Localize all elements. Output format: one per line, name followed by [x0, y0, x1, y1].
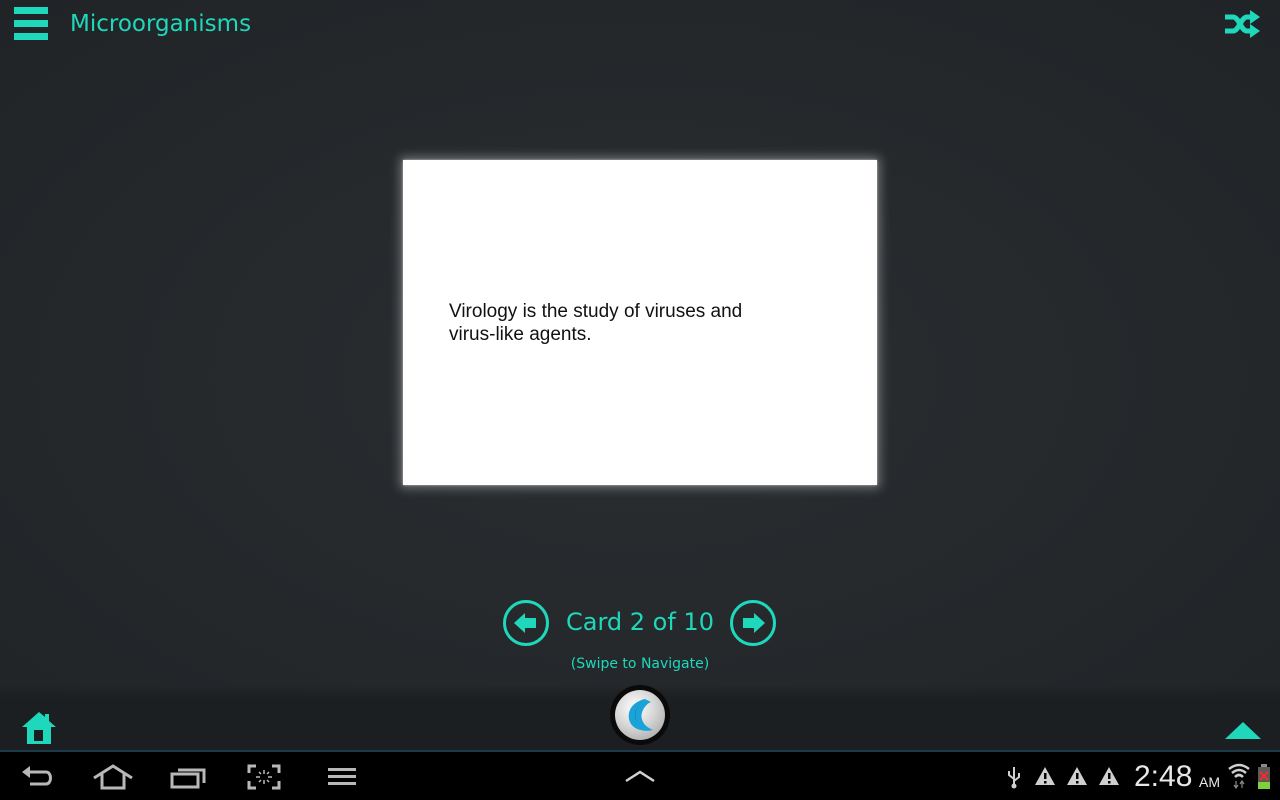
bottom-app-bar: [0, 685, 1280, 752]
swipe-hint: (Swipe to Navigate): [570, 656, 710, 672]
wifi-status: [1228, 763, 1250, 793]
system-menu-button[interactable]: [328, 767, 356, 791]
flashcard[interactable]: Virology is the study of viruses and vir…: [403, 160, 877, 485]
app-screen: Microorganisms Virology is the study of …: [0, 0, 1280, 752]
notification-shade-button[interactable]: [624, 768, 656, 787]
warning-icon: [1035, 767, 1055, 785]
usb-status: [1006, 765, 1022, 793]
arrow-left-icon: [514, 613, 536, 633]
hamburger-menu-icon: [14, 7, 48, 14]
previous-card-button[interactable]: [503, 600, 549, 646]
page-title: Microorganisms: [70, 11, 252, 37]
clock-ampm: AM: [1199, 774, 1220, 790]
system-home-icon: [93, 764, 133, 790]
triangle-up-icon: [1225, 722, 1261, 739]
warning-status-1: [1034, 766, 1056, 790]
system-navigation-bar: 2:48 AM: [0, 752, 1280, 800]
wifi-icon: [1228, 763, 1250, 790]
warning-icon: [1067, 767, 1087, 785]
warning-status-2: [1066, 766, 1088, 790]
menu-icon: [328, 768, 356, 785]
card-counter: Card 2 of 10: [566, 608, 714, 636]
clock-time: 2:48: [1134, 760, 1193, 793]
arrow-right-icon: [743, 613, 765, 633]
recent-apps-icon: [170, 768, 206, 789]
shuffle-icon: [1225, 10, 1260, 38]
home-button[interactable]: [21, 711, 57, 745]
expand-button[interactable]: [1224, 721, 1262, 741]
recent-apps-button[interactable]: [170, 764, 206, 794]
app-logo-button[interactable]: [610, 685, 670, 745]
warning-icon: [1099, 767, 1119, 785]
system-home-button[interactable]: [92, 764, 134, 794]
warning-status-3: [1098, 766, 1120, 790]
battery-status: [1257, 764, 1271, 794]
screenshot-button[interactable]: [247, 764, 281, 794]
screenshot-icon: [247, 764, 281, 790]
battery-icon: [1258, 764, 1270, 789]
back-button[interactable]: [20, 764, 56, 792]
menu-button[interactable]: [14, 7, 50, 41]
usb-icon: [1008, 767, 1020, 789]
back-icon: [22, 766, 52, 786]
shuffle-button[interactable]: [1222, 8, 1262, 40]
app-logo-icon: [615, 690, 665, 740]
home-icon: [22, 712, 56, 744]
next-card-button[interactable]: [730, 600, 776, 646]
flashcard-text: Virology is the study of viruses and vir…: [449, 301, 743, 345]
chevron-up-icon: [625, 770, 655, 783]
